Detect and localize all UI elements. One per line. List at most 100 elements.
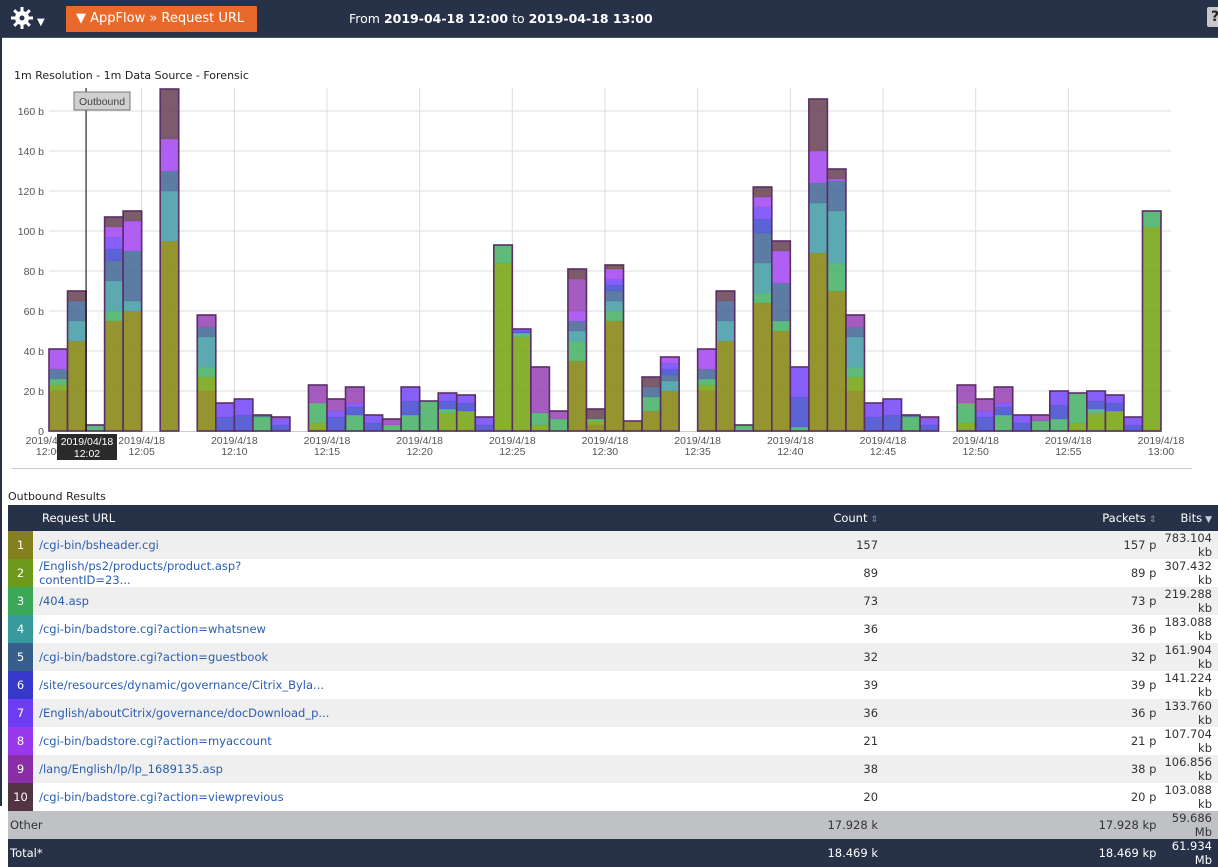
settings-menu-button[interactable]: ▼ (10, 6, 50, 32)
bar-stack[interactable] (159, 88, 180, 432)
table-row[interactable]: 5/cgi-bin/badstore.cgi?action=guestbook 3… (8, 643, 1218, 671)
table-row[interactable]: 10/cgi-bin/badstore.cgi?action=viewprevi… (8, 783, 1218, 811)
bar-stack[interactable] (1030, 414, 1051, 432)
bar-segment (660, 368, 680, 376)
bar-stack[interactable] (604, 264, 625, 432)
bar-stack[interactable] (233, 398, 254, 432)
column-packets[interactable]: Packets ⇕ (886, 505, 1164, 531)
table-row[interactable]: 1/cgi-bin/bsheader.cgi 157 157 p 783.104 kb (8, 531, 1218, 559)
bar-stack[interactable] (196, 314, 217, 432)
bar-stack[interactable] (418, 400, 439, 432)
bits-cell: 103.088 kb (1164, 783, 1212, 811)
bar-stack[interactable] (919, 416, 940, 432)
bar-segment (752, 302, 773, 432)
bar-stack[interactable] (492, 244, 514, 432)
bar-stack[interactable] (900, 414, 921, 432)
bar-stack[interactable] (770, 240, 792, 432)
request-url-link[interactable]: /cgi-bin/bsheader.cgi (33, 531, 329, 559)
bar-stack[interactable] (270, 416, 291, 432)
bar-stack[interactable] (48, 348, 69, 432)
request-url-link[interactable]: /cgi-bin/badstore.cgi?action=viewpreviou… (33, 783, 329, 811)
bar-stack[interactable] (66, 290, 87, 432)
bar-segment (1049, 418, 1069, 432)
bar-segment (1049, 390, 1069, 406)
bar-stack[interactable] (826, 168, 847, 432)
table-row[interactable]: 2/English/ps2/products/product.asp?conte… (8, 559, 1218, 587)
bar-stack[interactable] (733, 424, 755, 432)
request-url-link[interactable]: /lang/English/lp/lp_1689135.asp (33, 755, 329, 783)
bar-stack[interactable] (956, 384, 977, 432)
bar-stack[interactable] (1067, 392, 1088, 432)
bar-stack[interactable] (622, 420, 643, 432)
bar-stack[interactable] (307, 384, 328, 432)
bar-stack[interactable] (474, 416, 495, 432)
request-url-link[interactable]: /site/resources/dynamic/governance/Citri… (33, 671, 329, 699)
bar-segment (48, 390, 68, 432)
bar-stack[interactable] (103, 216, 124, 432)
bar-stack[interactable] (974, 398, 996, 432)
bar-stack[interactable] (1141, 210, 1162, 432)
bar-stack[interactable] (1011, 414, 1033, 432)
bar-stack[interactable] (752, 186, 773, 432)
bar-stack[interactable] (863, 402, 884, 432)
table-row[interactable]: 6/site/resources/dynamic/governance/Citr… (8, 671, 1218, 699)
appflow-breadcrumb-button[interactable]: ▼ AppFlow » Request URL (66, 6, 257, 32)
bar-stack[interactable] (715, 290, 736, 432)
bar-segment (901, 416, 921, 432)
column-count[interactable]: Count ⇕ (329, 505, 886, 531)
bar-stack[interactable] (344, 386, 365, 432)
bar-stack[interactable] (437, 392, 458, 432)
bar-segment (956, 422, 976, 432)
bar-stack[interactable] (1049, 390, 1070, 432)
bar-stack[interactable] (1086, 390, 1107, 432)
bar-segment (586, 420, 606, 426)
stacked-bar-chart[interactable]: 020 b40 b60 b80 b100 b120 b140 b160 b 20… (2, 80, 1218, 465)
bar-segment (326, 410, 346, 418)
bar-stack[interactable] (85, 424, 106, 432)
request-url-link[interactable]: /English/ps2/products/product.asp?conten… (33, 559, 329, 587)
bar-stack[interactable] (641, 376, 662, 432)
bar-stack[interactable] (326, 398, 347, 432)
bar-stack[interactable] (585, 408, 606, 432)
table-row[interactable]: 9/lang/English/lp/lp_1689135.asp 38 38 p 10… (8, 755, 1218, 783)
bar-segment (400, 414, 420, 432)
bar-segment (845, 336, 865, 368)
column-bits[interactable]: Bits ▼ (1164, 505, 1218, 531)
column-request-url[interactable]: Request URL (8, 505, 329, 531)
bar-stack[interactable] (548, 410, 569, 432)
bar-stack[interactable] (122, 210, 143, 432)
bar-stack[interactable] (1123, 416, 1144, 432)
bar-stack[interactable] (511, 328, 532, 432)
bar-stack[interactable] (363, 414, 384, 432)
bar-stack[interactable] (808, 98, 829, 432)
bar-stack[interactable] (567, 268, 588, 432)
bar-stack[interactable] (696, 348, 718, 432)
request-url-link[interactable]: /cgi-bin/badstore.cgi?action=whatsnew (33, 615, 329, 643)
bar-stack[interactable] (455, 394, 477, 432)
bar-stack[interactable] (381, 418, 402, 432)
bar-segment (641, 410, 661, 432)
bar-stack[interactable] (845, 314, 866, 432)
bar-segment (864, 416, 884, 432)
table-row[interactable]: 7/English/aboutCitrix/governance/docDown… (8, 699, 1218, 727)
bar-segment (67, 300, 87, 322)
bar-segment (437, 392, 458, 402)
bar-stack[interactable] (789, 366, 810, 432)
bar-stack[interactable] (252, 414, 273, 432)
bar-stack[interactable] (993, 386, 1014, 432)
request-url-link[interactable]: /English/aboutCitrix/governance/docDownl… (33, 699, 329, 727)
bar-stack[interactable] (215, 402, 236, 432)
bar-segment (85, 424, 105, 432)
bar-stack[interactable] (1104, 394, 1125, 432)
bar-stack[interactable] (530, 366, 551, 432)
request-url-link[interactable]: /404.asp (33, 587, 329, 615)
help-button[interactable]: ? (1207, 7, 1218, 27)
request-url-link[interactable]: /cgi-bin/badstore.cgi?action=guestbook (33, 643, 329, 671)
bar-stack[interactable] (882, 398, 903, 432)
table-row[interactable]: 4/cgi-bin/badstore.cgi?action=whatsnew 36… (8, 615, 1218, 643)
table-row[interactable]: 3/404.asp 73 73 p 219.288 kb (8, 587, 1218, 615)
request-url-link[interactable]: /cgi-bin/badstore.cgi?action=myaccount (33, 727, 329, 755)
bar-stack[interactable] (659, 356, 680, 432)
table-row[interactable]: 8/cgi-bin/badstore.cgi?action=myaccount 2… (8, 727, 1218, 755)
bar-stack[interactable] (400, 386, 421, 432)
